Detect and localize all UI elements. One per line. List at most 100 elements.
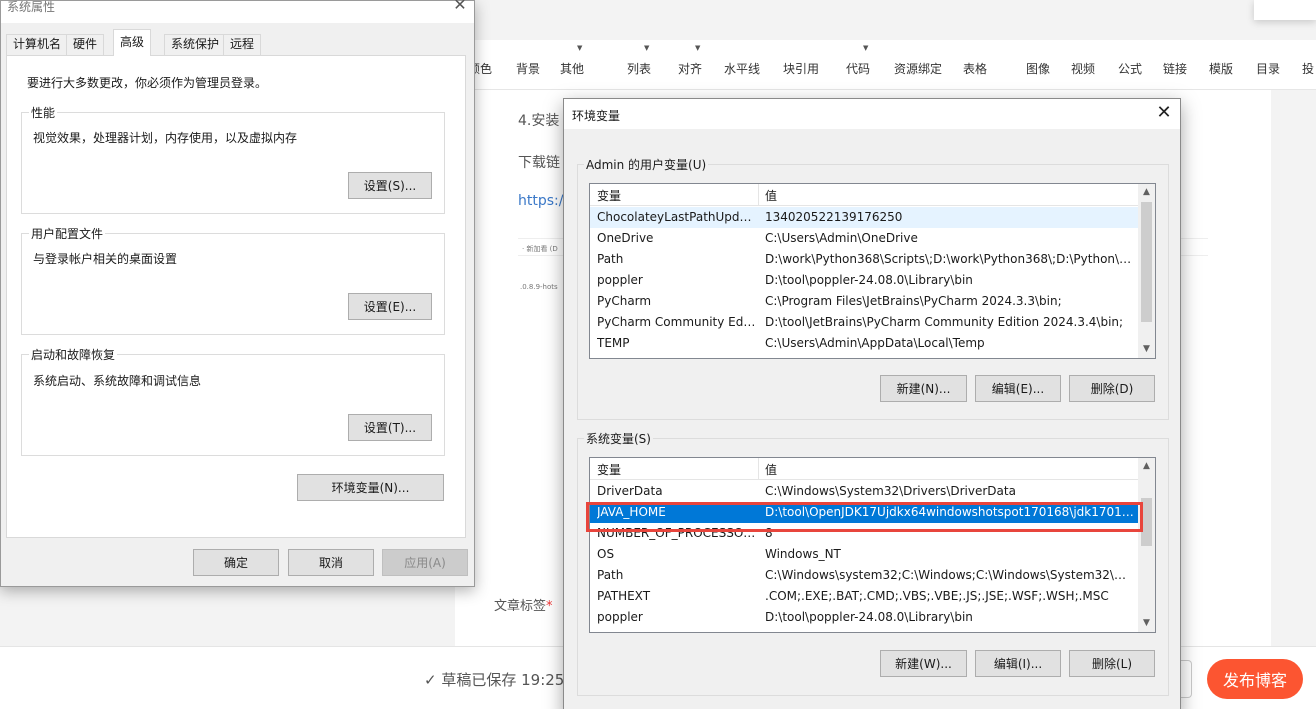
- scroll-down-icon[interactable]: ▼: [1138, 615, 1155, 632]
- column-header-value[interactable]: 值: [765, 461, 777, 478]
- scroll-down-icon[interactable]: ▼: [1138, 341, 1155, 358]
- variable-value: D:\tool\poppler-24.08.0\Library\bin: [765, 610, 973, 624]
- variable-name: ChocolateyLastPathUpdate: [597, 210, 757, 224]
- variable-value: D:\tool\JetBrains\PyCharm Community Edit…: [765, 315, 1124, 329]
- table-row[interactable]: poppler D:\tool\poppler-24.08.0\Library\b…: [590, 270, 1138, 291]
- toolbar-item[interactable]: 模版: [1209, 60, 1233, 77]
- user-variables-list[interactable]: 变量 值 ChocolateyLastPathUpdate 13402052213…: [589, 183, 1156, 359]
- variable-name: PyCharm: [597, 294, 652, 308]
- top-right-popup: [1254, 0, 1316, 20]
- toolbar-item[interactable]: 块引用: [783, 60, 819, 77]
- column-divider[interactable]: [758, 184, 759, 206]
- title-bar[interactable]: 系统属性 ✕: [1, 0, 474, 23]
- table-row[interactable]: Path D:\work\Python368\Scripts\;D:\work\P…: [590, 249, 1138, 270]
- system-new-button[interactable]: 新建(W)...: [880, 650, 967, 677]
- tab-advanced[interactable]: 高级: [113, 29, 152, 56]
- variable-name: PyCharm Community Editi...: [597, 315, 757, 329]
- close-icon[interactable]: ✕: [1152, 102, 1176, 126]
- column-header-name[interactable]: 变量: [597, 461, 621, 478]
- tab-remote[interactable]: 远程: [223, 34, 262, 55]
- article-image-text: · 新加看 (D: [522, 245, 558, 253]
- toolbar-item[interactable]: 链接: [1163, 60, 1187, 77]
- user-new-button[interactable]: 新建(N)...: [880, 375, 967, 402]
- variable-name: OneDrive: [597, 231, 654, 245]
- tab-computer-name[interactable]: 计算机名: [6, 34, 69, 55]
- table-row[interactable]: OneDrive C:\Users\Admin\OneDrive: [590, 228, 1138, 249]
- user-variables-label: Admin 的用户变量(U): [584, 156, 709, 173]
- title-bar[interactable]: 环境变量 ✕: [564, 99, 1180, 129]
- variable-value: C:\Users\Admin\OneDrive: [765, 231, 918, 245]
- toolbar-item[interactable]: 表格: [963, 60, 987, 77]
- caret-down-icon[interactable]: ▼: [863, 44, 868, 52]
- required-mark: *: [546, 599, 553, 614]
- toolbar-item[interactable]: 代码: [846, 60, 870, 77]
- vertical-scrollbar[interactable]: ▲ ▼: [1138, 184, 1155, 358]
- caret-down-icon[interactable]: ▼: [577, 44, 582, 52]
- group-description: 视觉效果，处理器计划，内存使用，以及虚拟内存: [33, 131, 298, 145]
- toolbar-item[interactable]: 目录: [1256, 60, 1280, 77]
- variable-value: C:\Windows\system32;C:\Windows;C:\Window…: [765, 568, 1135, 582]
- column-divider[interactable]: [758, 458, 759, 480]
- user-profiles-settings-button[interactable]: 设置(E)...: [348, 293, 432, 320]
- variable-name: NUMBER_OF_PROCESSORS: [597, 526, 757, 540]
- environment-variables-button[interactable]: 环境变量(N)...: [297, 474, 444, 501]
- toolbar-item[interactable]: 列表: [627, 60, 651, 77]
- scrollbar-thumb[interactable]: [1141, 202, 1152, 322]
- admin-notice: 要进行大多数更改，你必须作为管理员登录。: [27, 76, 268, 90]
- dialog-title: 系统属性: [7, 0, 56, 14]
- tags-label: 文章标签*: [494, 595, 553, 614]
- ok-button[interactable]: 确定: [193, 549, 279, 576]
- caret-down-icon[interactable]: ▼: [695, 44, 700, 52]
- system-variables-label: 系统变量(S): [584, 430, 653, 447]
- user-edit-button[interactable]: 编辑(E)...: [975, 375, 1061, 402]
- apply-button[interactable]: 应用(A): [382, 549, 468, 576]
- toolbar-item[interactable]: 背景: [516, 60, 540, 77]
- table-row[interactable]: PyCharm Community Editi... D:\tool\JetBra…: [590, 312, 1138, 333]
- table-row[interactable]: OS Windows_NT: [590, 544, 1138, 565]
- close-icon[interactable]: ✕: [447, 0, 473, 15]
- table-row[interactable]: PyCharm C:\Program Files\JetBrains\PyChar…: [590, 291, 1138, 312]
- system-edit-button[interactable]: 编辑(I)...: [975, 650, 1061, 677]
- scroll-up-icon[interactable]: ▲: [1138, 184, 1155, 201]
- table-row[interactable]: TEMP C:\Users\Admin\AppData\Local\Temp: [590, 333, 1138, 354]
- toolbar-item[interactable]: 公式: [1118, 60, 1142, 77]
- variable-value: .COM;.EXE;.BAT;.CMD;.VBS;.VBE;.JS;.JSE;.…: [765, 589, 1109, 603]
- table-row[interactable]: poppler D:\tool\poppler-24.08.0\Library\b…: [590, 607, 1138, 628]
- scrollbar-thumb[interactable]: [1141, 498, 1152, 546]
- toolbar-item[interactable]: 资源绑定: [894, 60, 942, 77]
- table-row[interactable]: NUMBER_OF_PROCESSORS 8: [590, 523, 1138, 544]
- toolbar-item[interactable]: 对齐: [678, 60, 702, 77]
- toolbar-item[interactable]: 水平线: [724, 60, 760, 77]
- system-delete-button[interactable]: 删除(L): [1069, 650, 1155, 677]
- group-label: 性能: [29, 104, 58, 121]
- tab-hardware[interactable]: 硬件: [66, 34, 105, 55]
- tab-system-protection[interactable]: 系统保护: [164, 34, 227, 55]
- publish-button[interactable]: 发布博客: [1207, 659, 1303, 699]
- variable-name: Path: [597, 568, 624, 582]
- variable-value: D:\tool\OpenJDK17Ujdkx64windowshotspot17…: [765, 505, 1135, 519]
- variable-value: D:\tool\poppler-24.08.0\Library\bin: [765, 273, 973, 287]
- startup-recovery-settings-button[interactable]: 设置(T)...: [348, 414, 432, 441]
- cancel-button[interactable]: 取消: [288, 549, 374, 576]
- toolbar-item[interactable]: 视频: [1071, 60, 1095, 77]
- user-delete-button[interactable]: 删除(D): [1069, 375, 1155, 402]
- toolbar-item[interactable]: 其他: [560, 60, 584, 77]
- caret-down-icon[interactable]: ▼: [644, 44, 649, 52]
- table-row[interactable]: DriverData C:\Windows\System32\Drivers\Dr…: [590, 481, 1138, 502]
- scroll-up-icon[interactable]: ▲: [1138, 458, 1155, 475]
- performance-settings-button[interactable]: 设置(S)...: [348, 172, 432, 199]
- variable-value: C:\Program Files\JetBrains\PyCharm 2024.…: [765, 294, 1062, 308]
- vertical-scrollbar[interactable]: ▲ ▼: [1138, 458, 1155, 632]
- article-link[interactable]: https:/: [518, 193, 563, 209]
- table-row[interactable]: JAVA_HOME D:\tool\OpenJDK17Ujdkx64windows…: [590, 502, 1138, 523]
- group-description: 与登录帐户相关的桌面设置: [33, 252, 178, 266]
- column-header-value[interactable]: 值: [765, 187, 777, 204]
- table-row[interactable]: Path C:\Windows\system32;C:\Windows;C:\Wi…: [590, 565, 1138, 586]
- system-variables-list[interactable]: 变量 值 DriverData C:\Windows\System32\Drive…: [589, 457, 1156, 633]
- table-row[interactable]: PATHEXT .COM;.EXE;.BAT;.CMD;.VBS;.VBE;.JS…: [590, 586, 1138, 607]
- toolbar-item[interactable]: 图像: [1026, 60, 1050, 77]
- table-row[interactable]: ChocolateyLastPathUpdate 1340205221391762…: [590, 207, 1138, 228]
- column-header-name[interactable]: 变量: [597, 187, 621, 204]
- toolbar-item[interactable]: 投: [1302, 60, 1314, 77]
- variable-name: poppler: [597, 610, 643, 624]
